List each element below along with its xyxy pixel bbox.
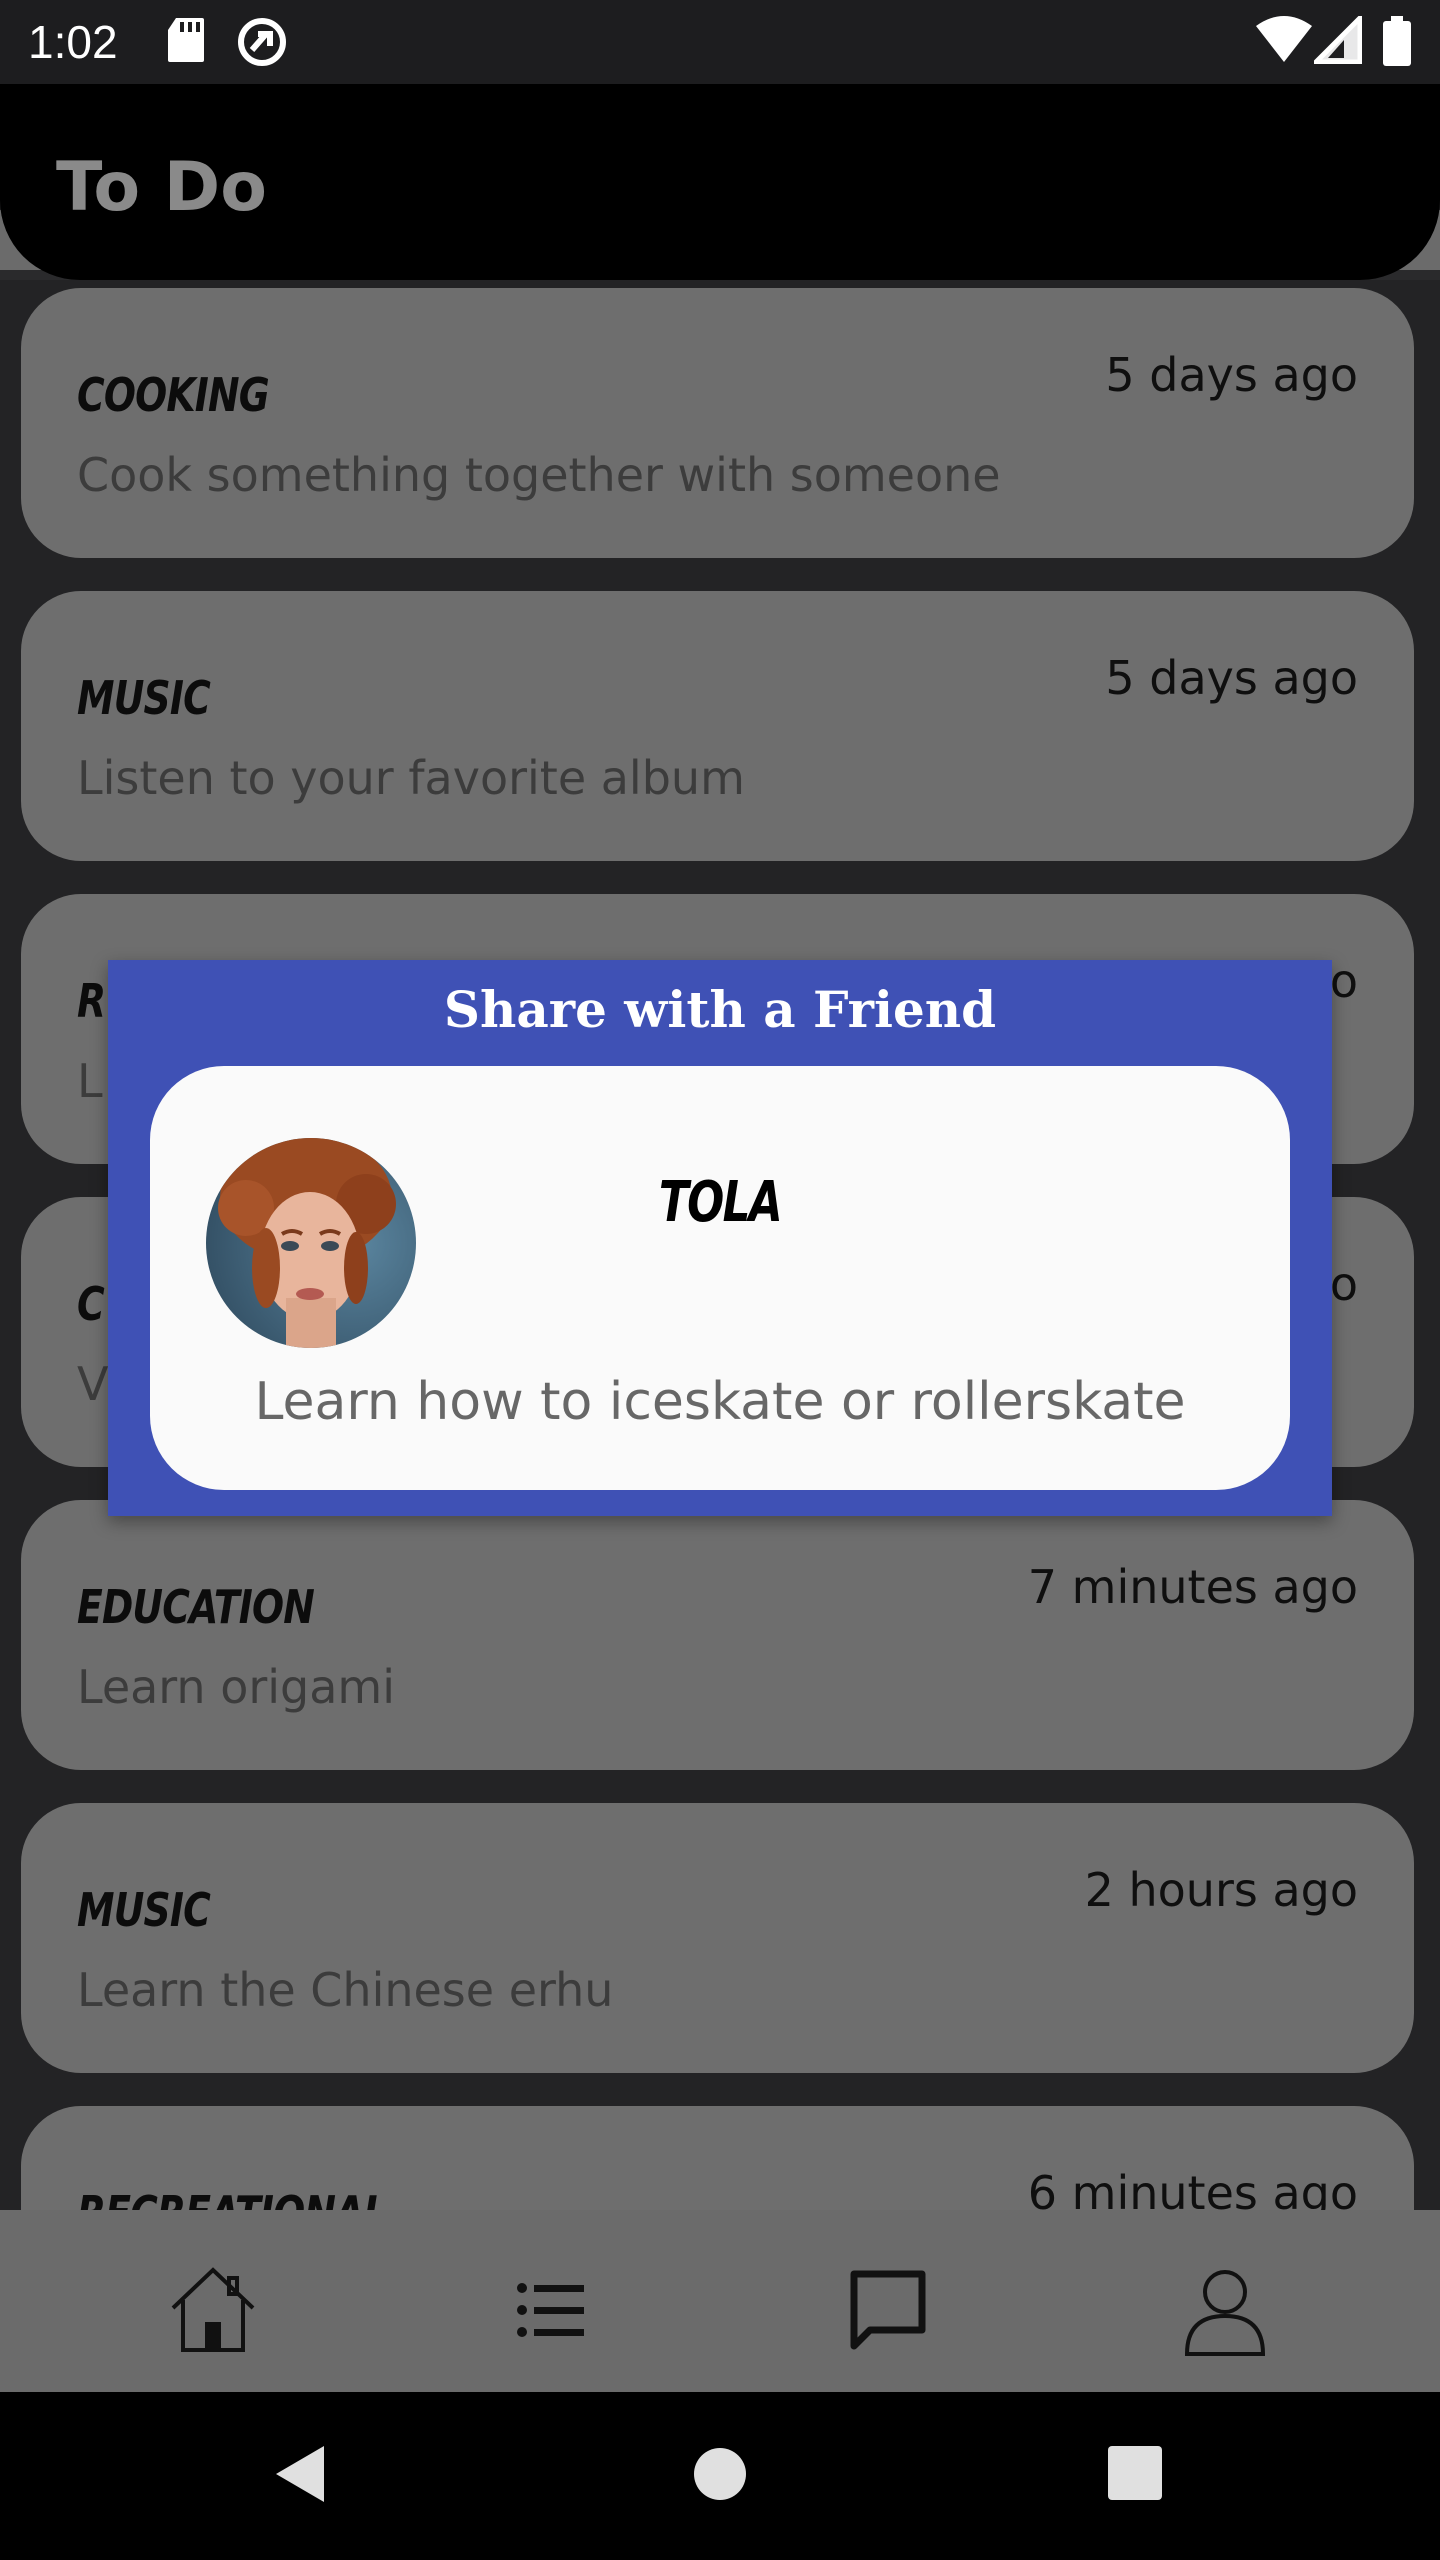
task-card[interactable]: MUSIC Listen to your favorite album 5 da… (21, 591, 1414, 861)
status-time: 1:02 (28, 16, 118, 68)
friend-share-card[interactable]: TOLA Learn how to iceskate or rollerskat… (150, 1066, 1290, 1490)
sd-card-icon (168, 18, 204, 62)
dialog-title: Share with a Friend (443, 980, 997, 1039)
vpn-icon (238, 18, 286, 66)
signal-icon (1314, 16, 1362, 64)
shared-task-description: Learn how to iceskate or rollerskate (254, 1372, 1186, 1432)
recents-icon[interactable] (1108, 2446, 1162, 2500)
system-nav-bar (0, 2392, 1440, 2560)
battery-icon (1383, 16, 1411, 66)
task-time: o (1329, 954, 1358, 1008)
back-icon[interactable] (270, 2442, 330, 2506)
profile-icon[interactable] (1175, 2260, 1275, 2360)
task-description: Listen to your favorite album (77, 751, 745, 805)
status-bar: 1:02 (0, 0, 1440, 84)
task-card[interactable]: EDUCATION Learn origami 7 minutes ago (21, 1500, 1414, 1770)
task-description: Learn the Chinese erhu (77, 1963, 614, 2017)
task-description: V (77, 1357, 109, 1411)
chat-icon[interactable] (838, 2260, 938, 2360)
task-description: Cook something together with someone (77, 448, 1001, 502)
home-icon[interactable] (163, 2260, 263, 2360)
task-card[interactable]: COOKING Cook something together with som… (21, 288, 1414, 558)
task-card[interactable]: RECREATIONAL 6 minutes ago (21, 2106, 1414, 2210)
task-time: 2 hours ago (1084, 1863, 1358, 1917)
task-time: 6 minutes ago (1027, 2166, 1358, 2210)
app-bar: To Do (0, 84, 1440, 280)
task-card[interactable]: MUSIC Learn the Chinese erhu 2 hours ago (21, 1803, 1414, 2073)
bottom-nav (0, 2210, 1440, 2392)
friend-name: TOLA (658, 1170, 783, 1235)
task-description: Learn origami (77, 1660, 396, 1714)
task-time: 5 days ago (1105, 651, 1358, 705)
page-title: To Do (56, 148, 267, 227)
task-category: R (77, 974, 106, 1028)
list-icon[interactable] (500, 2260, 600, 2360)
share-dialog: Share with a Friend TOLA Learn how to ic… (108, 960, 1332, 1516)
task-category: EDUCATION (77, 1580, 315, 1634)
wifi-icon (1256, 16, 1312, 62)
task-category: C (77, 1277, 105, 1331)
task-description: L (77, 1054, 103, 1108)
task-category: RECREATIONAL (77, 2186, 387, 2210)
task-category: MUSIC (77, 671, 211, 725)
task-time: o (1329, 1257, 1358, 1311)
task-category: COOKING (77, 368, 270, 422)
task-category: MUSIC (77, 1883, 211, 1937)
task-time: 7 minutes ago (1027, 1560, 1358, 1614)
home-circle-icon[interactable] (692, 2446, 748, 2502)
task-time: 5 days ago (1105, 348, 1358, 402)
